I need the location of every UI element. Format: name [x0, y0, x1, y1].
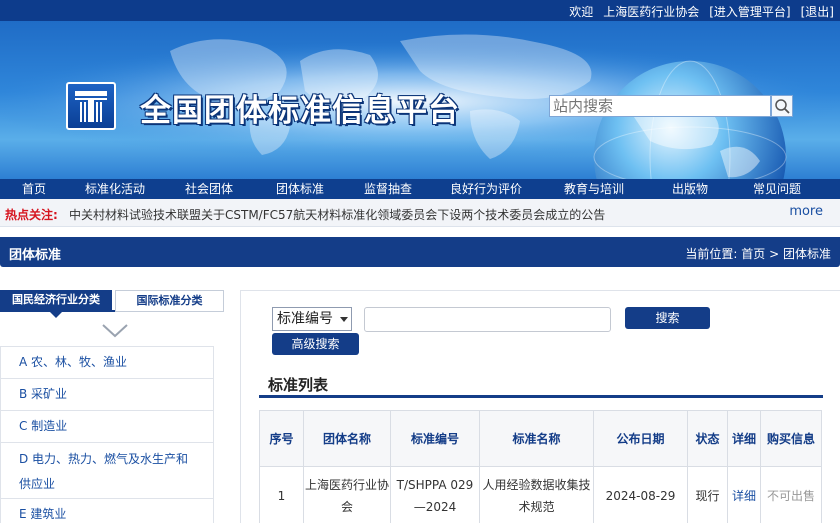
top-bar: 欢迎 上海医药行业协会 [进入管理平台] [退出]: [0, 0, 840, 21]
classification-tabs: 国民经济行业分类 国际标准分类: [0, 290, 224, 312]
admin-platform-link[interactable]: [进入管理平台]: [709, 3, 790, 20]
cell-detail: 详细: [727, 466, 761, 523]
cell-buy: 不可出售: [760, 466, 822, 523]
col-header-detail: 详细: [727, 410, 761, 467]
hot-topic-link[interactable]: 中关村材料试验技术联盟关于CSTM/FC57航天材料标准化领域委员会下设两个技术…: [69, 206, 605, 223]
breadcrumb: 当前位置: 首页 > 团体标准: [685, 245, 831, 262]
breadcrumb-current: 团体标准: [782, 247, 831, 261]
nav-good-conduct-evaluation[interactable]: 良好行为评价: [432, 179, 540, 199]
cell-status: 现行: [687, 466, 728, 523]
cell-code: T/SHPPA 029—2024: [390, 466, 480, 523]
advanced-search-button[interactable]: 高级搜索: [272, 333, 359, 355]
main-nav: 首页 标准化活动 社会团体 团体标准 监督抽查 良好行为评价 教育与培训 出版物…: [0, 179, 840, 199]
breadcrumb-home[interactable]: 首页: [741, 247, 765, 261]
nav-publications[interactable]: 出版物: [648, 179, 732, 199]
search-field-select[interactable]: 标准编号: [272, 307, 352, 331]
col-header-name: 标准名称: [479, 410, 594, 467]
keyword-input[interactable]: [364, 307, 611, 332]
section-title: 团体标准: [9, 248, 62, 263]
site-search-input[interactable]: [549, 95, 771, 117]
nav-education-training[interactable]: 教育与培训: [540, 179, 648, 199]
search-field-value: 标准编号: [277, 311, 333, 327]
col-header-buy: 购买信息: [760, 410, 822, 467]
site-title: 全国团体标准信息平台: [140, 93, 460, 129]
hot-topics-label: 热点关注:: [5, 208, 58, 222]
list-title-rule: [259, 395, 823, 398]
nav-faq[interactable]: 常见问题: [732, 179, 822, 199]
category-item-b[interactable]: B 采矿业: [1, 378, 213, 410]
site-logo[interactable]: [66, 82, 116, 130]
col-header-code: 标准编号: [390, 410, 480, 467]
col-header-status: 状态: [687, 410, 728, 467]
hot-topics-bar: 热点关注: 中关村材料试验技术联盟关于CSTM/FC57航天材料标准化领域委员会…: [0, 199, 840, 227]
hot-more-link[interactable]: more: [789, 204, 823, 219]
active-tab-pointer: [50, 312, 62, 318]
nav-social-groups[interactable]: 社会团体: [162, 179, 256, 199]
category-item-a[interactable]: A 农、林、牧、渔业: [1, 346, 213, 378]
breadcrumb-separator: >: [769, 247, 780, 261]
chevron-down-icon[interactable]: [101, 323, 129, 339]
nav-supervision[interactable]: 监督抽查: [344, 179, 432, 199]
col-header-org: 团体名称: [303, 410, 391, 467]
cell-name: 人用经验数据收集技术规范: [479, 466, 594, 523]
cell-org: 上海医药行业协会: [303, 466, 391, 523]
header-banner: 全国团体标准信息平台: [0, 21, 840, 179]
logout-link[interactable]: [退出]: [801, 3, 834, 20]
col-header-date: 公布日期: [593, 410, 688, 467]
detail-link[interactable]: 详细: [732, 489, 756, 503]
standards-table: 序号 团体名称 标准编号 标准名称 公布日期 状态 详细 购买信息 1 上海医药…: [259, 410, 822, 523]
section-header: 团体标准 当前位置: 首页 > 团体标准: [0, 237, 840, 267]
cell-date: 2024-08-29: [593, 466, 688, 523]
welcome-text: 欢迎: [569, 5, 594, 19]
search-button[interactable]: 搜索: [625, 307, 710, 329]
tab-international-standard[interactable]: 国际标准分类: [115, 290, 224, 312]
nav-group-standards[interactable]: 团体标准: [256, 179, 344, 199]
site-search: [549, 95, 793, 119]
current-user: 上海医药行业协会: [603, 5, 700, 19]
col-header-index: 序号: [259, 410, 304, 467]
nav-standardization-activities[interactable]: 标准化活动: [68, 179, 162, 199]
nav-home[interactable]: 首页: [0, 179, 68, 199]
breadcrumb-label: 当前位置:: [685, 247, 738, 261]
category-item-d[interactable]: D 电力、热力、燃气及水生产和供应业: [1, 442, 213, 498]
cell-index: 1: [259, 466, 304, 523]
table-header-row: 序号 团体名称 标准编号 标准名称 公布日期 状态 详细 购买信息: [259, 410, 822, 467]
chevron-down-icon: [340, 317, 348, 322]
table-row: 1 上海医药行业协会 T/SHPPA 029—2024 人用经验数据收集技术规范…: [259, 466, 822, 523]
buy-info: 不可出售: [766, 488, 815, 503]
site-search-button[interactable]: [771, 95, 793, 117]
user-links: 欢迎 上海医药行业协会 [进入管理平台] [退出]: [569, 3, 834, 20]
tab-national-economy[interactable]: 国民经济行业分类: [0, 290, 112, 312]
category-list: A 农、林、牧、渔业 B 采矿业 C 制造业 D 电力、热力、燃气及水生产和供应…: [0, 346, 214, 523]
search-icon: [775, 99, 790, 114]
category-item-c[interactable]: C 制造业: [1, 410, 213, 442]
standards-list-title: 标准列表: [268, 376, 329, 394]
category-item-e[interactable]: E 建筑业: [1, 498, 213, 523]
